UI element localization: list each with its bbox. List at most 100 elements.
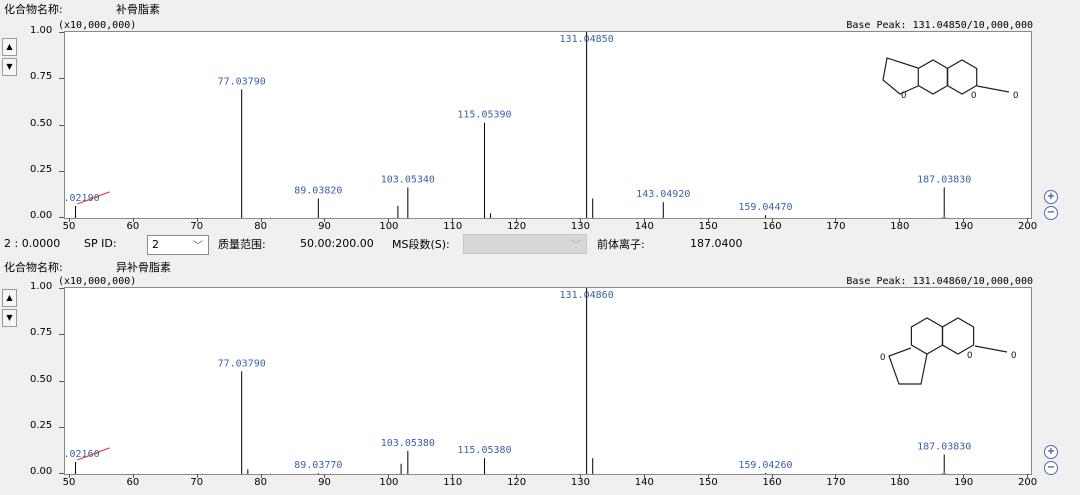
y-tick-label: 0.00 bbox=[30, 466, 53, 477]
x-tick-label: 100 bbox=[379, 477, 399, 488]
x-tick-label: 150 bbox=[698, 477, 718, 488]
x-tick-label: 90 bbox=[318, 221, 331, 232]
x-tick-mark bbox=[69, 218, 70, 222]
x-tick-label: 130 bbox=[570, 477, 591, 488]
peak-label: 187.03830 bbox=[917, 442, 971, 453]
precursor-marker: + bbox=[941, 469, 947, 474]
x-tick-label: 140 bbox=[634, 221, 654, 232]
scroll-down-button-1[interactable]: ▼ bbox=[2, 58, 17, 76]
y-tick-mark bbox=[59, 78, 64, 80]
x-tick-label: 70 bbox=[190, 221, 204, 232]
zoom-out-icon-2[interactable]: − bbox=[1044, 461, 1058, 475]
y-tick-label: 0.75 bbox=[30, 327, 53, 339]
precursor-label: 前体离子: bbox=[597, 238, 645, 251]
x-tick-label: 140 bbox=[634, 477, 654, 488]
x-tick-mark bbox=[1027, 474, 1028, 478]
peak-label: 103.05380 bbox=[381, 438, 435, 449]
x-tick-mark bbox=[260, 218, 262, 222]
x-tick-mark bbox=[963, 218, 965, 222]
scroll-up-button-1[interactable]: ▲ bbox=[2, 38, 17, 56]
spectrum-svg-2: 51.0216077.0379089.03770103.05380115.053… bbox=[51, 288, 1016, 480]
base-peak-1: Base Peak: 131.04850/10,000,000 bbox=[846, 20, 1033, 31]
x-tick-mark bbox=[324, 218, 326, 222]
scale-note-2: (x10,000,000) bbox=[58, 276, 137, 287]
precursor-marker: + bbox=[941, 213, 947, 218]
x-tick-mark bbox=[388, 218, 390, 222]
svg-text:O: O bbox=[1011, 351, 1016, 361]
zoom-in-icon-2[interactable]: + bbox=[1044, 445, 1058, 459]
x-tick-label: 200 bbox=[1018, 221, 1038, 232]
scroll-up-button-2[interactable]: ▲ bbox=[2, 289, 17, 307]
x-tick-mark bbox=[579, 218, 581, 222]
x-tick-mark bbox=[516, 218, 518, 222]
scroll-down-button-2[interactable]: ▼ bbox=[2, 309, 17, 327]
spid-select[interactable]: 2 ﹀ bbox=[147, 235, 209, 255]
x-tick-label: 110 bbox=[443, 477, 463, 488]
y-tick-mark bbox=[59, 288, 64, 289]
structure-image: OOO bbox=[880, 317, 1016, 385]
spectrum-plot-1: 51.0219077.0379089.03820103.05340115.053… bbox=[51, 31, 1032, 224]
x-tick-mark bbox=[260, 474, 262, 478]
spid-value: 2 bbox=[152, 238, 159, 251]
svg-text:O: O bbox=[880, 353, 885, 363]
precursor-value: 187.0400 bbox=[690, 237, 743, 250]
x-tick-label: 120 bbox=[507, 477, 527, 488]
spid-label: SP ID: bbox=[84, 237, 117, 250]
peak-label: 103.05340 bbox=[381, 174, 435, 185]
x-tick-mark bbox=[388, 474, 390, 478]
zoom-in-icon-1[interactable]: + bbox=[1044, 190, 1058, 204]
x-tick-mark bbox=[196, 474, 198, 478]
compound-name-2: 异补骨脂素 bbox=[116, 261, 171, 274]
svg-text:O: O bbox=[967, 351, 972, 361]
y-tick-label: 0.25 bbox=[30, 163, 53, 175]
peak-label: 115.05380 bbox=[457, 445, 511, 456]
compound-name-1: 补骨脂素 bbox=[116, 3, 160, 16]
peak-label: 159.04470 bbox=[738, 202, 792, 213]
x-tick-label: 70 bbox=[190, 477, 204, 488]
x-tick-label: 50 bbox=[62, 477, 76, 488]
svg-text:O: O bbox=[901, 91, 906, 101]
x-tick-label: 110 bbox=[443, 221, 463, 232]
ms-stage-select[interactable]: ﹀ bbox=[463, 234, 587, 254]
x-tick-label: 170 bbox=[826, 477, 846, 488]
x-tick-label: 190 bbox=[954, 221, 974, 232]
x-tick-label: 120 bbox=[507, 221, 527, 232]
x-tick-mark bbox=[899, 474, 901, 478]
x-tick-label: 160 bbox=[762, 221, 782, 232]
x-tick-mark bbox=[132, 474, 134, 478]
base-peak-2: Base Peak: 131.04860/10,000,000 bbox=[846, 276, 1033, 287]
peak-label: 89.03820 bbox=[294, 186, 342, 197]
y-tick-mark bbox=[59, 124, 64, 126]
x-tick-label: 100 bbox=[379, 221, 399, 232]
zoom-out-icon-1[interactable]: − bbox=[1044, 206, 1058, 220]
mass-range-label: 质量范围: bbox=[218, 238, 266, 251]
x-tick-mark bbox=[196, 218, 198, 222]
x-tick-mark bbox=[771, 218, 773, 222]
chevron-down-icon: ﹀ bbox=[193, 241, 203, 252]
y-tick-mark bbox=[59, 473, 64, 474]
x-tick-label: 130 bbox=[570, 221, 591, 232]
compound-label-1: 化合物名称: bbox=[4, 3, 63, 16]
x-tick-mark bbox=[69, 474, 70, 478]
y-tick-mark bbox=[59, 170, 64, 172]
x-tick-label: 60 bbox=[126, 221, 140, 232]
x-tick-mark bbox=[452, 218, 454, 222]
x-tick-mark bbox=[835, 218, 837, 222]
compound-label-2: 化合物名称: bbox=[4, 261, 63, 274]
peak-label: 77.03790 bbox=[218, 76, 266, 87]
x-tick-label: 170 bbox=[826, 221, 846, 232]
y-tick-mark bbox=[59, 217, 64, 218]
x-tick-mark bbox=[579, 474, 581, 478]
x-tick-mark bbox=[707, 474, 709, 478]
x-tick-mark bbox=[452, 474, 454, 478]
chevron-down-icon: ﹀ bbox=[571, 240, 581, 251]
x-tick-mark bbox=[1027, 218, 1028, 222]
peak-label: 89.03770 bbox=[294, 460, 342, 471]
structure-image: OOO bbox=[882, 57, 1018, 101]
scale-note-1: (x10,000,000) bbox=[58, 20, 137, 31]
y-tick-label: 0.00 bbox=[30, 210, 53, 221]
x-tick-label: 180 bbox=[890, 221, 910, 232]
x-tick-label: 180 bbox=[890, 477, 910, 488]
y-tick-label: 1.00 bbox=[30, 281, 53, 292]
x-tick-label: 60 bbox=[126, 477, 140, 488]
